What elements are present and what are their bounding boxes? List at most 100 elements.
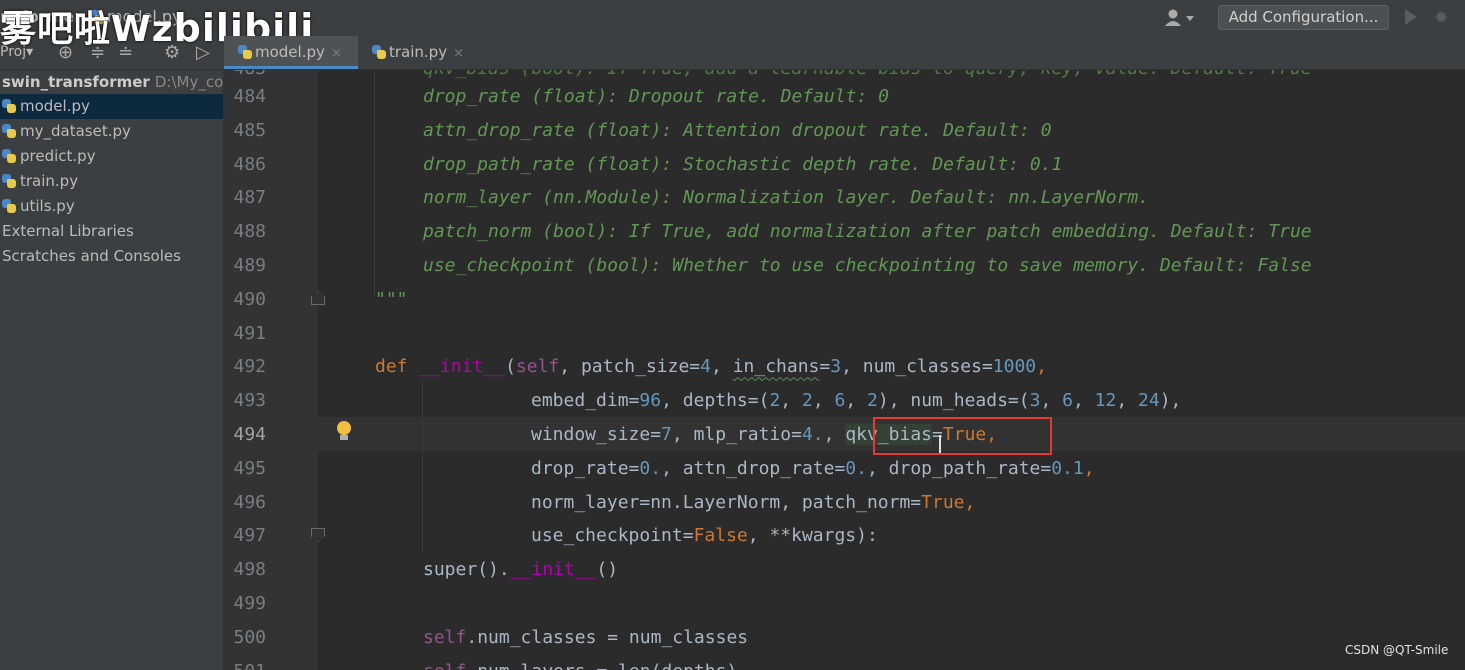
line-number: 485 — [233, 119, 266, 141]
python-file-icon — [2, 174, 16, 188]
code-token: 2 — [801, 390, 813, 412]
code-line: attn_drop_rate (float): Attention dropou… — [423, 114, 1052, 148]
line-number: 492 — [233, 356, 266, 378]
code-token: , — [1116, 390, 1139, 412]
code-line: drop_rate=0., attn_drop_rate=0., drop_pa… — [531, 452, 1095, 486]
python-file-icon — [2, 99, 16, 113]
code-token: 2 — [769, 390, 781, 412]
code-token: () — [596, 559, 619, 581]
code-token: def — [375, 356, 419, 378]
code-token: 0. — [845, 457, 867, 479]
code-token: len — [618, 661, 651, 670]
run-icon[interactable] — [1405, 9, 1417, 25]
line-number: 486 — [233, 153, 266, 175]
code-line: self.num_classes = num_classes — [423, 621, 748, 655]
code-token: 4 — [700, 356, 711, 378]
debug-icon[interactable]: ✹ — [1434, 8, 1448, 28]
code-token: 7 — [661, 424, 672, 445]
indent-guide — [422, 382, 423, 552]
tree-item-utils-py[interactable]: utils.py — [0, 194, 223, 219]
code-token: super — [423, 559, 478, 581]
tab-model-py[interactable]: model.py × — [224, 36, 358, 69]
code-token: , — [1040, 390, 1063, 412]
line-number: 488 — [233, 221, 266, 243]
tree-item-path: D:\My_code — [154, 73, 224, 91]
code-token: , depths=( — [661, 390, 770, 412]
code-token: ), — [1159, 390, 1182, 412]
code-token: __init__ — [418, 356, 506, 378]
code-line: norm_layer=nn.LayerNorm, patch_norm=True… — [531, 486, 975, 520]
python-file-icon — [2, 149, 16, 163]
tab-label: train.py — [389, 43, 448, 61]
code-token: embed_dim= — [531, 390, 640, 412]
python-file-icon — [238, 45, 252, 59]
python-file-icon — [2, 199, 16, 213]
project-tree: swin_transformerD:\My_code model.py my_d… — [0, 70, 224, 670]
line-number: 500 — [233, 626, 266, 648]
code-token: , — [1072, 390, 1095, 412]
code-token: 2 — [867, 390, 878, 412]
code-token: (depths) — [651, 661, 738, 670]
tree-item-my-dataset-py[interactable]: my_dataset.py — [0, 119, 223, 144]
code-token: , — [747, 525, 770, 547]
tab-label: model.py — [255, 43, 325, 61]
line-number: 483 — [224, 70, 266, 81]
code-token: ), num_heads=( — [877, 390, 1030, 412]
tree-item-label: Scratches and Consoles — [2, 247, 181, 265]
code-token: use_checkpoint (bool): Whether to use ch… — [423, 255, 1312, 276]
code-line: use_checkpoint (bool): Whether to use ch… — [423, 249, 1312, 283]
code-token: , — [823, 424, 846, 445]
code-token: .num_classes = num_classes — [466, 626, 749, 648]
code-token: , patch_size= — [559, 356, 701, 378]
python-file-icon — [372, 45, 386, 59]
line-number: 484 — [233, 86, 266, 107]
line-number: 493 — [233, 390, 266, 412]
tab-train-py[interactable]: train.py × — [358, 36, 478, 69]
editor-tab-bar: model.py × train.py × — [224, 36, 1465, 70]
tree-item-label: swin_transformer — [2, 73, 150, 91]
tree-item-scratches[interactable]: Scratches and Consoles — [0, 244, 223, 269]
code-token: , — [812, 390, 835, 412]
tree-item-predict-py[interactable]: predict.py — [0, 144, 223, 169]
line-number: 494 — [233, 424, 266, 445]
tree-item-train-py[interactable]: train.py — [0, 169, 223, 194]
code-line: norm_layer (nn.Module): Normalization la… — [423, 181, 1149, 215]
code-editor[interactable]: 484 485 486 487 488 489 490 491 492 493 494 495 496 4… — [224, 70, 1465, 670]
code-line: patch_norm (bool): If True, add normaliz… — [423, 215, 1312, 249]
code-token: .num_layers = — [466, 661, 618, 670]
tree-item-root[interactable]: swin_transformerD:\My_code — [0, 70, 224, 95]
code-token: self — [423, 661, 466, 670]
code-token: 6 — [834, 390, 846, 412]
code-token: 3 — [830, 356, 842, 378]
code-token: , num_classes= — [841, 356, 993, 378]
close-icon[interactable]: × — [453, 46, 464, 61]
code-line: def __init__(self, patch_size=4, in_chan… — [375, 350, 1047, 384]
code-token: 96 — [639, 390, 662, 412]
code-line: drop_rate (float): Dropout rate. Default… — [423, 80, 889, 114]
tree-item-model-py[interactable]: model.py — [0, 94, 223, 119]
lightbulb-glass — [337, 421, 351, 435]
line-number: 501 — [224, 660, 266, 670]
code-token: , drop_path_rate= — [866, 457, 1052, 479]
code-token: patch_norm (bool): If True, add normaliz… — [423, 221, 1312, 243]
tree-item-label: predict.py — [20, 147, 96, 165]
code-token: ** — [769, 525, 792, 547]
code-token: ( — [505, 356, 516, 378]
code-token: in_chans — [732, 356, 820, 378]
lightbulb-base — [340, 435, 348, 440]
text-caret — [939, 435, 941, 453]
tree-item-external-libraries[interactable]: External Libraries — [0, 219, 223, 244]
code-line: """ — [375, 283, 408, 317]
code-token: , — [711, 356, 733, 378]
indent-guide — [374, 70, 375, 296]
user-account-icon[interactable] — [1163, 8, 1197, 28]
add-configuration-button[interactable]: Add Configuration... — [1218, 5, 1389, 30]
code-token: , attn_drop_rate= — [661, 457, 846, 479]
code-token: (). — [477, 559, 510, 581]
line-number: 495 — [233, 457, 266, 479]
lightbulb-icon[interactable] — [336, 420, 352, 446]
code-token: 4. — [801, 424, 824, 445]
close-icon[interactable]: × — [331, 46, 342, 61]
code-token: 3 — [1029, 390, 1041, 412]
tree-item-label: utils.py — [20, 197, 75, 215]
